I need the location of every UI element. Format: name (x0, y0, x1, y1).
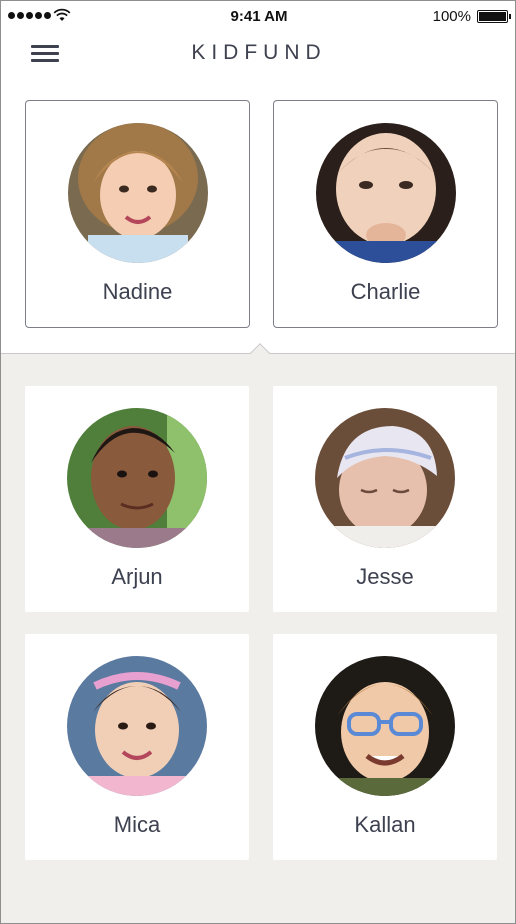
kid-name: Mica (113, 812, 161, 837)
kid-card-kallan[interactable]: Kallan (273, 634, 497, 860)
battery-icon (477, 10, 511, 23)
battery-percentage: 100% (432, 8, 471, 25)
kid-name: Nadine (102, 279, 173, 304)
kid-photo (315, 408, 455, 548)
kid-card-mica[interactable]: Mica (25, 634, 249, 860)
kid-photo (67, 123, 208, 263)
kid-name: Charlie (350, 279, 421, 304)
phone-frame: 9:41 AM 100% KIDFUND Nadine Charlie Arju… (0, 0, 516, 924)
nav-bar: KIDFUND (1, 33, 515, 75)
kid-card-nadine[interactable]: Nadine (25, 100, 250, 328)
kid-card-jesse[interactable]: Jesse (273, 386, 497, 612)
kid-name: Jesse (356, 564, 414, 589)
kid-name: Kallan (354, 812, 416, 837)
app-brand-title: KIDFUND (191, 41, 327, 64)
kid-photo (315, 123, 456, 263)
kid-photo (67, 408, 207, 548)
kid-card-charlie[interactable]: Charlie (273, 100, 498, 328)
kid-card-arjun[interactable]: Arjun (25, 386, 249, 612)
kid-photo (67, 656, 207, 796)
status-bar: 9:41 AM 100% (1, 1, 515, 33)
kid-photo (315, 656, 455, 796)
kid-name: Arjun (111, 564, 163, 589)
